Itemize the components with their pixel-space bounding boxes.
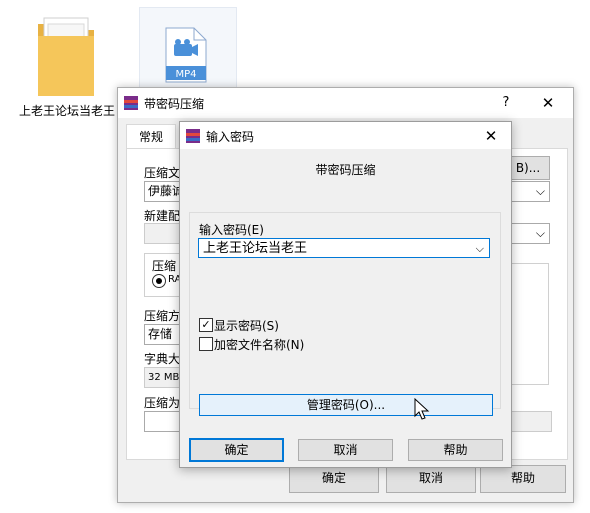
mp4-label: MP4 xyxy=(175,69,196,80)
encrypt-filenames-checkbox[interactable] xyxy=(199,337,213,351)
main-help-button[interactable]: 帮助 xyxy=(480,465,566,493)
mouse-cursor-icon xyxy=(414,397,430,422)
rar-radio[interactable] xyxy=(152,274,166,288)
tab-general[interactable]: 常规 xyxy=(126,124,176,149)
archive-dialog-titlebar[interactable]: 带密码压缩 ? ✕ xyxy=(118,88,573,118)
split-volumes-label: 压缩为 xyxy=(144,396,181,410)
archive-dialog-title: 带密码压缩 xyxy=(144,97,205,111)
dictionary-size-label: 字典大 xyxy=(144,352,181,366)
main-ok-button[interactable]: 确定 xyxy=(289,465,379,493)
help-icon[interactable]: ? xyxy=(494,92,518,114)
winrar-app-icon xyxy=(186,129,200,146)
password-input-value: 上老王论坛当老王 xyxy=(203,241,308,256)
folder-icon[interactable] xyxy=(36,10,96,98)
main-cancel-button[interactable]: 取消 xyxy=(386,465,476,493)
close-icon[interactable]: ✕ xyxy=(478,125,504,147)
password-dialog-title: 输入密码 xyxy=(206,130,255,144)
password-dialog-heading: 带密码压缩 xyxy=(315,163,376,177)
archive-name-label: 压缩文 xyxy=(144,166,181,180)
update-mode-dropdown[interactable]: ⌵ xyxy=(506,223,550,244)
format-group-label: 压缩 xyxy=(152,257,177,274)
password-cancel-button[interactable]: 取消 xyxy=(298,439,393,461)
password-dialog: 输入密码 ✕ 带密码压缩 输入密码(E) 上老王论坛当老王 ⌵ ✓ 显示密码(S… xyxy=(179,121,512,468)
extra-field[interactable] xyxy=(511,411,552,432)
folder-label[interactable]: 上老王论坛当老王 xyxy=(18,103,116,119)
compression-method-label: 压缩方 xyxy=(144,309,181,323)
options-group xyxy=(511,263,549,385)
password-ok-button[interactable]: 确定 xyxy=(189,438,284,462)
close-icon[interactable]: ✕ xyxy=(533,92,563,114)
password-input[interactable]: 上老王论坛当老王 ⌵ xyxy=(198,238,490,258)
browse-button[interactable]: B)... xyxy=(506,156,550,180)
encrypt-filenames-label[interactable]: 加密文件名称(N) xyxy=(214,336,304,353)
chevron-down-icon: ⌵ xyxy=(535,184,545,198)
winrar-app-icon xyxy=(124,96,138,113)
chevron-down-icon: ⌵ xyxy=(535,226,545,240)
show-password-checkbox[interactable]: ✓ xyxy=(199,318,213,332)
chevron-down-icon[interactable]: ⌵ xyxy=(476,239,484,259)
password-help-button[interactable]: 帮助 xyxy=(408,439,503,461)
mp4-file-icon[interactable]: MP4 xyxy=(160,26,210,84)
update-mode-label: 新建配 xyxy=(144,209,181,223)
manage-passwords-button[interactable]: 管理密码(O)... xyxy=(199,394,493,416)
show-password-label[interactable]: 显示密码(S) xyxy=(214,317,279,334)
archive-name-dropdown[interactable]: ⌵ xyxy=(506,181,550,202)
password-dialog-titlebar[interactable]: 输入密码 ✕ xyxy=(180,122,511,149)
enter-password-label: 输入密码(E) xyxy=(199,223,264,237)
